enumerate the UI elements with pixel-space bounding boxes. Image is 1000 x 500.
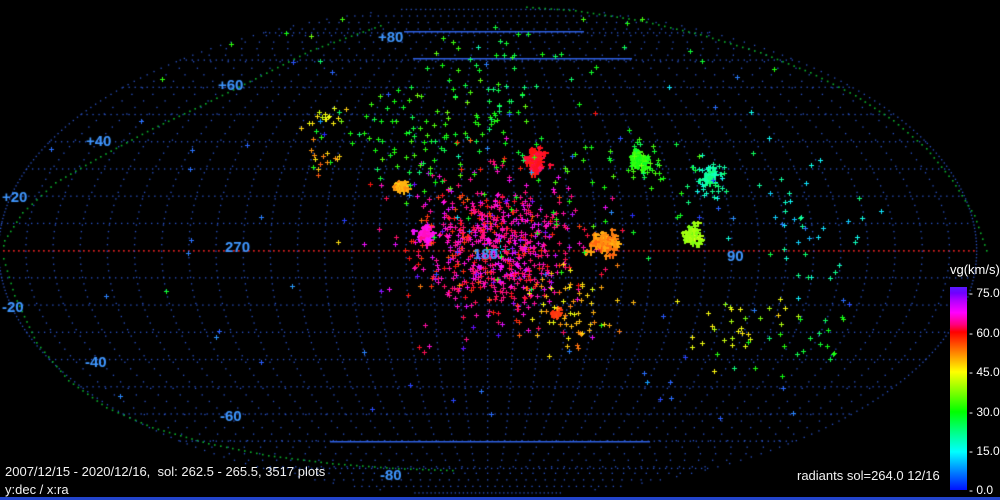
footer-axis-legend: y:dec / x:ra: [5, 482, 69, 497]
radiant-sky-map-canvas[interactable]: [0, 0, 1000, 500]
footer-radiants-status: radiants sol=264.0 12/16: [797, 468, 940, 483]
footer-date-range: 2007/12/15 - 2020/12/16, sol: 262.5 - 26…: [5, 464, 326, 479]
radiant-map-window: vg(km/s) - 75.0- 60.0- 45.0- 30.0- 15.0-…: [0, 0, 1000, 500]
